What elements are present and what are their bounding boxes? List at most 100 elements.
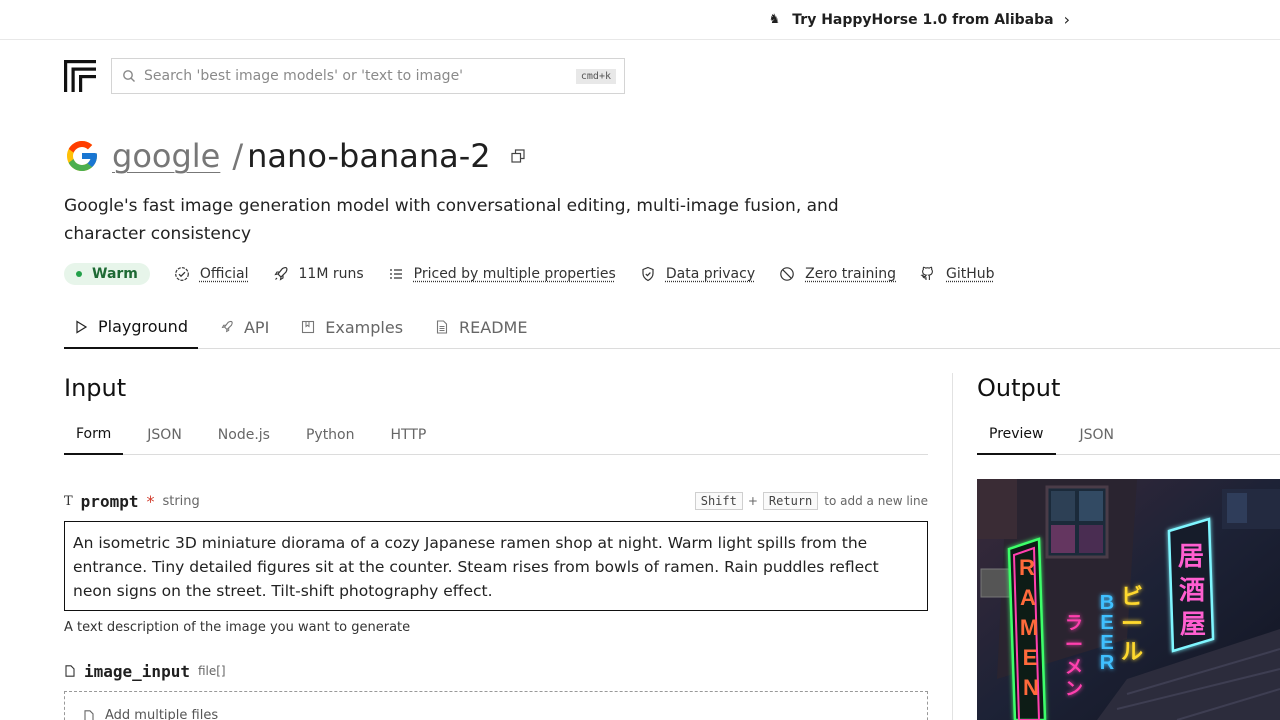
image-input-field-header: image_input file[] bbox=[64, 660, 226, 682]
tab-api-label: API bbox=[244, 318, 269, 337]
subtab-output-json[interactable]: JSON bbox=[1068, 415, 1127, 454]
required-marker: * bbox=[146, 492, 154, 511]
pricing-label: Priced by multiple properties bbox=[414, 266, 616, 282]
tab-readme[interactable]: README bbox=[425, 306, 537, 348]
model-name: nano-banana-2 bbox=[247, 137, 491, 175]
subtab-form[interactable]: Form bbox=[64, 415, 123, 455]
beer-r: R bbox=[1100, 652, 1115, 674]
neon-street-illustration: R A M E N B E E R ビ ー ル ラ ー メ ン 居 酒 屋 bbox=[977, 479, 1280, 720]
rjp-4: ン bbox=[1065, 679, 1083, 700]
document-icon bbox=[435, 320, 449, 334]
prompt-field-description: A text description of the image you want… bbox=[64, 620, 410, 635]
biru-3: ル bbox=[1121, 640, 1143, 665]
zero-training-label: Zero training bbox=[805, 266, 896, 282]
input-subtabs: Form JSON Node.js Python HTTP bbox=[64, 415, 928, 455]
ramen-jp-sign: ラ ー メ ン bbox=[1065, 613, 1083, 700]
file-dropzone[interactable]: Add multiple files bbox=[64, 691, 928, 720]
status-dot-icon bbox=[76, 271, 82, 277]
return-key: Return bbox=[763, 492, 818, 510]
sign-m: M bbox=[1020, 615, 1038, 640]
dropzone-label: Add multiple files bbox=[105, 708, 218, 720]
rocket-icon bbox=[220, 320, 234, 334]
panel-divider bbox=[952, 373, 953, 720]
bookmark-icon bbox=[301, 320, 315, 334]
tab-readme-label: README bbox=[459, 318, 527, 337]
izakaya-sign: 居 酒 屋 bbox=[1169, 519, 1213, 651]
prohibited-icon bbox=[779, 266, 795, 282]
search-shortcut: cmd+k bbox=[576, 69, 616, 84]
copy-icon[interactable] bbox=[511, 149, 525, 163]
runs-count: 11M runs bbox=[273, 266, 364, 282]
title-separator: / bbox=[232, 137, 243, 175]
subtab-nodejs[interactable]: Node.js bbox=[206, 415, 282, 454]
data-privacy-link[interactable]: Data privacy bbox=[640, 266, 755, 282]
image-input-field-name: image_input bbox=[84, 662, 190, 681]
subtab-json[interactable]: JSON bbox=[135, 415, 194, 454]
iz-3: 屋 bbox=[1180, 610, 1206, 640]
prompt-field-header: T prompt * string Shift + Return to add … bbox=[64, 490, 928, 512]
github-label: GitHub bbox=[946, 266, 995, 282]
hint-text: to add a new line bbox=[824, 494, 928, 508]
model-title: google / nano-banana-2 bbox=[64, 134, 525, 178]
subtab-python[interactable]: Python bbox=[294, 415, 367, 454]
runs-label: 11M runs bbox=[299, 266, 364, 282]
ramen-sign: R A M E N bbox=[1009, 539, 1045, 720]
play-icon bbox=[74, 320, 88, 334]
google-logo-icon bbox=[64, 138, 100, 174]
tab-playground[interactable]: Playground bbox=[64, 306, 198, 349]
promo-banner-text: Try HappyHorse 1.0 from Alibaba bbox=[792, 12, 1053, 28]
pricing-link[interactable]: Priced by multiple properties bbox=[388, 266, 616, 282]
github-icon bbox=[920, 266, 936, 282]
prompt-textarea[interactable]: An isometric 3D miniature diorama of a c… bbox=[64, 521, 928, 611]
promo-banner[interactable]: ♞ Try HappyHorse 1.0 from Alibaba › bbox=[0, 0, 1280, 40]
replicate-logo[interactable] bbox=[64, 60, 96, 92]
prompt-field-type: string bbox=[162, 494, 199, 509]
biru-sign: ビ ー ル bbox=[1121, 585, 1143, 665]
rjp-2: ー bbox=[1065, 635, 1083, 656]
hint-plus: + bbox=[748, 494, 758, 508]
tab-playground-label: Playground bbox=[98, 317, 188, 336]
beer-e2: E bbox=[1100, 632, 1113, 654]
rocket-icon bbox=[273, 266, 289, 282]
file-icon bbox=[64, 665, 76, 677]
sign-n: N bbox=[1023, 675, 1039, 700]
main-tabs: Playground API Examples README bbox=[64, 306, 1280, 349]
search-icon bbox=[122, 69, 136, 83]
shift-key: Shift bbox=[695, 492, 743, 510]
output-heading: Output bbox=[977, 374, 1060, 402]
list-icon bbox=[388, 266, 404, 282]
iz-1: 居 bbox=[1178, 542, 1204, 572]
output-subtabs: Preview JSON bbox=[977, 415, 1280, 455]
sign-a: A bbox=[1020, 585, 1036, 610]
tab-api[interactable]: API bbox=[210, 306, 279, 348]
image-input-field-type: file[] bbox=[198, 664, 226, 678]
github-link[interactable]: GitHub bbox=[920, 266, 995, 282]
input-heading: Input bbox=[64, 374, 126, 402]
output-preview-image[interactable]: R A M E N B E E R ビ ー ル ラ ー メ ン 居 酒 屋 bbox=[977, 479, 1280, 720]
search-input[interactable]: Search 'best image models' or 'text to i… bbox=[111, 58, 625, 94]
model-badges: Warm Official 11M runs Priced by multipl… bbox=[64, 262, 1019, 286]
subtab-preview[interactable]: Preview bbox=[977, 415, 1056, 455]
data-privacy-label: Data privacy bbox=[666, 266, 755, 282]
sign-r: R bbox=[1019, 555, 1035, 580]
shield-icon bbox=[640, 266, 656, 282]
tab-examples[interactable]: Examples bbox=[291, 306, 413, 348]
iz-2: 酒 bbox=[1179, 576, 1205, 606]
model-description: Google's fast image generation model wit… bbox=[64, 192, 864, 248]
model-owner-link[interactable]: google bbox=[112, 137, 220, 175]
text-type-icon: T bbox=[64, 494, 73, 509]
rjp-1: ラ bbox=[1065, 613, 1083, 634]
biru-1: ビ bbox=[1121, 585, 1143, 610]
prompt-field-name: prompt bbox=[81, 492, 139, 511]
status-badge-label: Warm bbox=[92, 266, 138, 282]
chevron-right-icon: › bbox=[1064, 10, 1070, 29]
tab-examples-label: Examples bbox=[325, 318, 403, 337]
subtab-http[interactable]: HTTP bbox=[379, 415, 439, 454]
beer-e1: E bbox=[1100, 612, 1113, 634]
official-badge[interactable]: Official bbox=[174, 266, 249, 282]
newline-hint: Shift + Return to add a new line bbox=[695, 492, 928, 510]
file-add-icon bbox=[83, 710, 95, 720]
search-placeholder: Search 'best image models' or 'text to i… bbox=[144, 68, 576, 84]
status-badge: Warm bbox=[64, 263, 150, 285]
zero-training-link[interactable]: Zero training bbox=[779, 266, 896, 282]
